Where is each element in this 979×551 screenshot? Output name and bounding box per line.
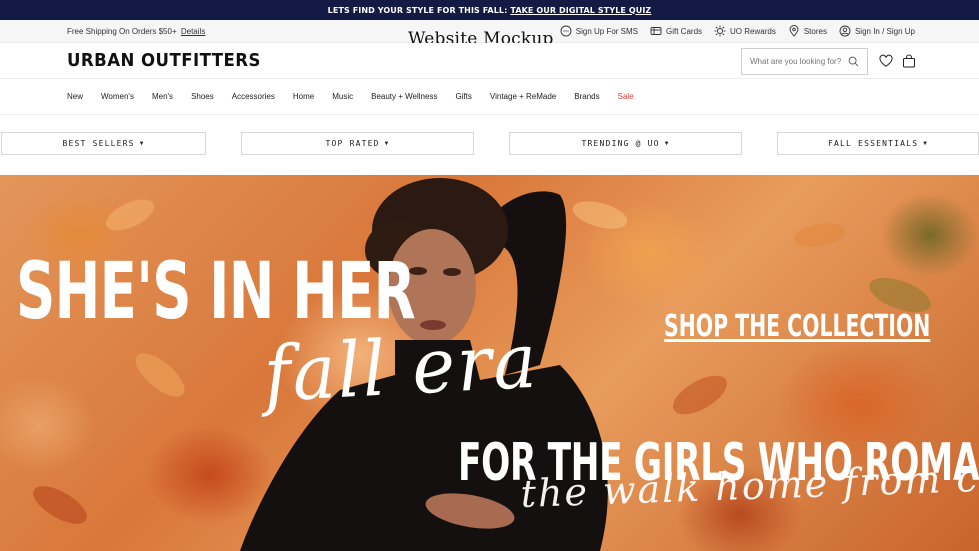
nav-item-home[interactable]: Home: [293, 92, 314, 101]
shipping-notice: Free Shipping On Orders $50+ Details: [67, 27, 205, 36]
shop-collection-link[interactable]: SHOP THE COLLECTION: [664, 312, 930, 342]
rewards-icon: [714, 25, 726, 37]
shipping-text: Free Shipping On Orders $50+: [67, 27, 177, 36]
caret-down-icon: ▼: [664, 140, 670, 147]
best-sellers-button[interactable]: BEST SELLERS ▼: [1, 132, 206, 155]
promo-bar: LETS FIND YOUR STYLE FOR THIS FALL: TAKE…: [0, 0, 979, 20]
uo-rewards-label: UO Rewards: [730, 26, 776, 36]
nav-item-vintage-remade[interactable]: Vintage + ReMade: [490, 92, 556, 101]
sign-in-label: Sign In / Sign Up: [854, 26, 915, 36]
best-sellers-label: BEST SELLERS: [62, 139, 135, 148]
hero-script-headline: fall era: [261, 315, 541, 419]
top-rated-button[interactable]: TOP RATED ▼: [241, 132, 474, 155]
trending-button[interactable]: TRENDING @ UO ▼: [509, 132, 742, 155]
nav-item-sale[interactable]: Sale: [618, 92, 634, 101]
nav-item-accessories[interactable]: Accessories: [232, 92, 275, 101]
sign-in-link[interactable]: Sign In / Sign Up: [839, 25, 915, 37]
caret-down-icon: ▼: [923, 140, 929, 147]
hero-banner[interactable]: SHE'S IN HER fall era SHOP THE COLLECTIO…: [0, 175, 979, 551]
hero-headline: SHE'S IN HER: [16, 247, 416, 337]
caret-down-icon: ▼: [139, 140, 145, 147]
filter-bar: BEST SELLERS ▼ TOP RATED ▼ TRENDING @ UO ▼ …: [0, 115, 979, 175]
gift-cards-link[interactable]: Gift Cards: [650, 25, 702, 37]
nav-item-new[interactable]: New: [67, 92, 83, 101]
brand-logo[interactable]: URBAN OUTFITTERS: [67, 50, 261, 71]
nav-item-shoes[interactable]: Shoes: [191, 92, 214, 101]
location-pin-icon: [789, 25, 799, 37]
heart-icon[interactable]: [879, 54, 893, 68]
stores-link[interactable]: Stores: [788, 25, 827, 37]
shipping-details-link[interactable]: Details: [181, 27, 205, 36]
uo-rewards-link[interactable]: UO Rewards: [714, 25, 776, 37]
sms-signup-link[interactable]: Sign Up For SMS: [560, 25, 638, 37]
utility-links: Sign Up For SMS Gift Cards UO Rewards St…: [560, 25, 915, 37]
promo-text: LETS FIND YOUR STYLE FOR THIS FALL:: [327, 5, 508, 15]
search-icon[interactable]: [848, 56, 859, 67]
sms-signup-label: Sign Up For SMS: [575, 26, 639, 36]
search-input[interactable]: [750, 57, 845, 66]
gift-cards-label: Gift Cards: [666, 26, 703, 36]
utility-bar: Free Shipping On Orders $50+ Details Web…: [0, 20, 979, 49]
chat-icon: [560, 25, 572, 37]
user-icon: [839, 25, 851, 37]
nav-item-gifts[interactable]: Gifts: [455, 92, 471, 101]
fall-essentials-button[interactable]: FALL ESSENTIALS ▼: [777, 132, 979, 155]
nav-item-womens[interactable]: Women's: [101, 92, 134, 101]
nav-item-beauty-wellness[interactable]: Beauty + Wellness: [371, 92, 437, 101]
top-rated-label: TOP RATED: [325, 139, 380, 148]
fall-essentials-label: FALL ESSENTIALS: [827, 139, 919, 148]
caret-down-icon: ▼: [384, 140, 390, 147]
category-nav: New Women's Men's Shoes Accessories Home…: [0, 79, 979, 115]
main-header: URBAN OUTFITTERS: [0, 43, 979, 79]
stores-label: Stores: [803, 26, 827, 36]
nav-item-brands[interactable]: Brands: [574, 92, 599, 101]
style-quiz-link[interactable]: TAKE OUR DIGITAL STYLE QUIZ: [510, 6, 651, 15]
nav-item-music[interactable]: Music: [332, 92, 353, 101]
bag-icon[interactable]: [902, 54, 916, 68]
nav-item-mens[interactable]: Men's: [152, 92, 173, 101]
gift-card-icon: [650, 27, 662, 35]
search-box[interactable]: [741, 48, 868, 75]
trending-label: TRENDING @ UO: [581, 139, 660, 148]
